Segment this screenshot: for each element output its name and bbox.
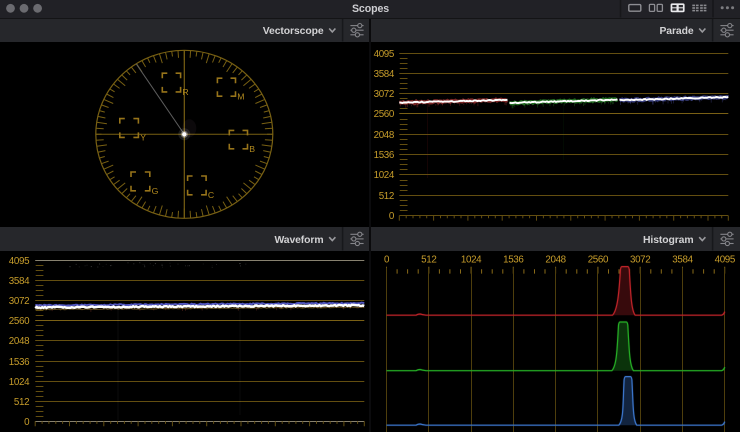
svg-text:M: M: [237, 91, 244, 101]
svg-text:Scopes: Scopes: [352, 3, 389, 15]
svg-text:R: R: [182, 87, 188, 97]
svg-text:Vectorscope: Vectorscope: [263, 26, 324, 37]
svg-text:0: 0: [389, 211, 395, 222]
svg-text:512: 512: [379, 191, 394, 202]
svg-text:4095: 4095: [9, 256, 30, 267]
svg-text:2560: 2560: [9, 316, 30, 327]
svg-text:3072: 3072: [374, 89, 394, 100]
svg-text:0: 0: [384, 254, 390, 265]
svg-text:1536: 1536: [374, 150, 395, 161]
svg-text:0: 0: [24, 417, 30, 428]
svg-text:4095: 4095: [715, 254, 736, 265]
svg-text:3072: 3072: [630, 254, 650, 265]
svg-text:Parade: Parade: [659, 26, 693, 37]
svg-text:1024: 1024: [461, 254, 482, 265]
svg-text:Waveform: Waveform: [274, 235, 323, 246]
svg-text:2560: 2560: [588, 254, 609, 265]
svg-text:Histogram: Histogram: [643, 235, 694, 246]
svg-text:3584: 3584: [374, 69, 395, 80]
svg-text:3072: 3072: [9, 296, 29, 307]
svg-text:4095: 4095: [374, 49, 395, 60]
svg-text:2048: 2048: [545, 254, 566, 265]
svg-text:1024: 1024: [9, 377, 30, 388]
svg-text:G: G: [152, 186, 159, 196]
svg-text:1024: 1024: [374, 170, 395, 181]
svg-text:1536: 1536: [503, 254, 524, 265]
svg-text:2048: 2048: [9, 336, 30, 347]
svg-text:Y: Y: [140, 133, 146, 143]
svg-text:B: B: [249, 144, 255, 154]
svg-text:2048: 2048: [374, 130, 395, 141]
svg-text:2560: 2560: [374, 109, 395, 120]
svg-text:3584: 3584: [9, 276, 30, 287]
svg-text:3584: 3584: [672, 254, 693, 265]
svg-text:C: C: [208, 190, 214, 200]
svg-text:1536: 1536: [9, 357, 30, 368]
svg-text:512: 512: [14, 397, 29, 408]
svg-text:512: 512: [421, 254, 436, 265]
